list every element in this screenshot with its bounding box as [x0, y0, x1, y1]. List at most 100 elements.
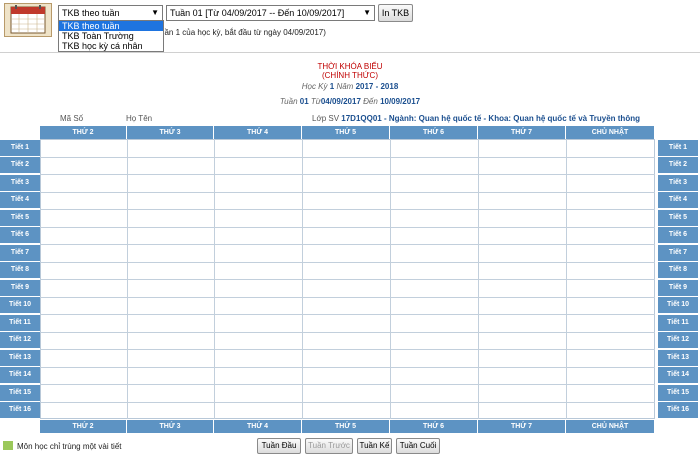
grid-column-line	[302, 139, 303, 419]
grid-row-line	[40, 349, 655, 350]
grid-row-line	[40, 191, 655, 193]
period-label-left: Tiết 13	[0, 349, 40, 366]
first-week-button[interactable]: Tuần Đầu	[257, 438, 301, 454]
grid-column-line	[566, 139, 567, 419]
day-header-bottom: THỨ 6	[390, 420, 478, 433]
class-info: Lớp SV 17D1QQ01 - Ngành: Quan hệ quốc tế…	[312, 114, 640, 123]
period-label-right: Tiết 11	[658, 314, 698, 331]
grid-row-line	[40, 384, 655, 385]
day-header-top: THỨ 4	[214, 126, 302, 139]
period-label-left: Tiết 15	[0, 384, 40, 401]
last-week-button[interactable]: Tuần Cuối	[396, 438, 440, 454]
to-value: 10/09/2017	[380, 97, 421, 106]
grid-row-line	[40, 226, 655, 228]
page-title: THỜI KHÓA BIỂU	[317, 62, 383, 71]
period-label-right: Tiết 12	[658, 332, 698, 349]
view-option-personal-term[interactable]: TKB học kỳ cá nhân	[59, 41, 163, 51]
student-id-label: Mã Số	[60, 114, 84, 123]
day-header-top: CHỦ NHẬT	[566, 126, 655, 139]
view-option-week[interactable]: TKB theo tuần	[59, 21, 163, 31]
grid-row-line	[40, 314, 655, 315]
grid-row-line	[40, 261, 655, 263]
period-label-left: Tiết 9	[0, 279, 40, 296]
period-label-right: Tiết 10	[658, 297, 698, 314]
period-label-left: Tiết 6	[0, 227, 40, 244]
period-label-right: Tiết 1	[658, 139, 698, 156]
period-label-left: Tiết 12	[0, 332, 40, 349]
week-value: 01	[299, 97, 309, 106]
view-select[interactable]: TKB theo tuần ▼	[58, 5, 163, 21]
calendar-icon	[4, 3, 52, 37]
period-label-right: Tiết 14	[658, 367, 698, 384]
legend-swatch	[3, 441, 13, 450]
period-label-left: Tiết 5	[0, 209, 40, 226]
week-label: Tuần	[279, 97, 298, 106]
term-line: Học Kỳ 1 Năm 2017 - 2018	[0, 82, 700, 91]
term-value: 1	[329, 82, 335, 91]
grid-row-line	[40, 174, 655, 175]
to-label: Đến	[363, 97, 378, 106]
period-label-left: Tiết 8	[0, 262, 40, 279]
day-header-bottom: THỨ 2	[40, 420, 127, 433]
week-line: Tuần 01 Từ04/09/2017 Đến 10/09/2017	[0, 97, 700, 106]
grid-row-line	[40, 331, 655, 333]
grid-row-line	[40, 244, 655, 245]
view-option-school[interactable]: TKB Toàn Trường	[59, 31, 163, 41]
year-label: Năm	[336, 82, 354, 91]
day-header-bottom: CHỦ NHẬT	[566, 420, 655, 433]
period-label-left: Tiết 16	[0, 402, 40, 419]
day-header-bottom: THỨ 7	[478, 420, 566, 433]
page-subtitle: (CHÍNH THỨC)	[321, 71, 378, 80]
chevron-down-icon: ▼	[151, 8, 159, 17]
grid-row-line	[40, 366, 655, 368]
period-label-right: Tiết 13	[658, 349, 698, 366]
grid-row-line	[40, 296, 655, 298]
view-dropdown-list: TKB theo tuần TKB Toàn Trường TKB học kỳ…	[58, 20, 164, 52]
period-label-left: Tiết 3	[0, 174, 40, 191]
period-label-left: Tiết 1	[0, 139, 40, 156]
view-select-value: TKB theo tuần	[62, 8, 120, 18]
period-label-right: Tiết 3	[658, 174, 698, 191]
grid-row-line	[40, 156, 655, 158]
from-label: Từ	[310, 97, 321, 106]
day-header-top: THỨ 5	[302, 126, 390, 139]
grid-row-line	[40, 401, 655, 403]
period-label-right: Tiết 7	[658, 244, 698, 261]
day-header-top: THỨ 3	[127, 126, 214, 139]
period-label-right: Tiết 5	[658, 209, 698, 226]
day-header-top: THỨ 2	[40, 126, 127, 139]
period-label-left: Tiết 14	[0, 367, 40, 384]
period-label-left: Tiết 10	[0, 297, 40, 314]
period-label-left: Tiết 2	[0, 157, 40, 174]
chevron-down-icon: ▼	[363, 8, 371, 17]
week-select[interactable]: Tuần 01 [Từ 04/09/2017 -- Đến 10/09/2017…	[166, 5, 375, 21]
period-label-right: Tiết 16	[658, 402, 698, 419]
day-header-bottom: THỨ 4	[214, 420, 302, 433]
grid-row-line	[40, 279, 655, 280]
period-label-left: Tiết 11	[0, 314, 40, 331]
day-header-bottom: THỨ 5	[302, 420, 390, 433]
week-note: uần 1 của học kỳ, bắt đầu từ ngày 04/09/…	[160, 28, 326, 37]
term-label: Học Kỳ	[301, 82, 328, 91]
grid-column-line	[214, 139, 215, 419]
period-label-right: Tiết 2	[658, 157, 698, 174]
divider	[0, 52, 700, 53]
legend-text: Môn học chỉ trùng một vài tiết	[17, 442, 122, 451]
class-label: Lớp SV	[312, 114, 340, 123]
week-select-value: Tuần 01 [Từ 04/09/2017 -- Đến 10/09/2017…	[170, 8, 345, 18]
day-header-top: THỨ 6	[390, 126, 478, 139]
grid-column-line	[127, 139, 128, 419]
from-value: 04/09/2017	[320, 97, 361, 106]
class-value: 17D1QQ01 - Ngành: Quan hệ quốc tế - Khoa…	[341, 114, 640, 123]
period-label-right: Tiết 4	[658, 192, 698, 209]
day-header-top: THỨ 7	[478, 126, 566, 139]
grid-column-line	[478, 139, 479, 419]
next-week-button[interactable]: Tuần Kế	[357, 438, 392, 454]
day-header-bottom: THỨ 3	[127, 420, 214, 433]
period-label-right: Tiết 8	[658, 262, 698, 279]
print-timetable-button[interactable]: In TKB	[378, 4, 413, 22]
grid-column-line	[390, 139, 391, 419]
period-label-right: Tiết 6	[658, 227, 698, 244]
previous-week-button[interactable]: Tuần Trước	[305, 438, 353, 454]
period-label-left: Tiết 7	[0, 244, 40, 261]
